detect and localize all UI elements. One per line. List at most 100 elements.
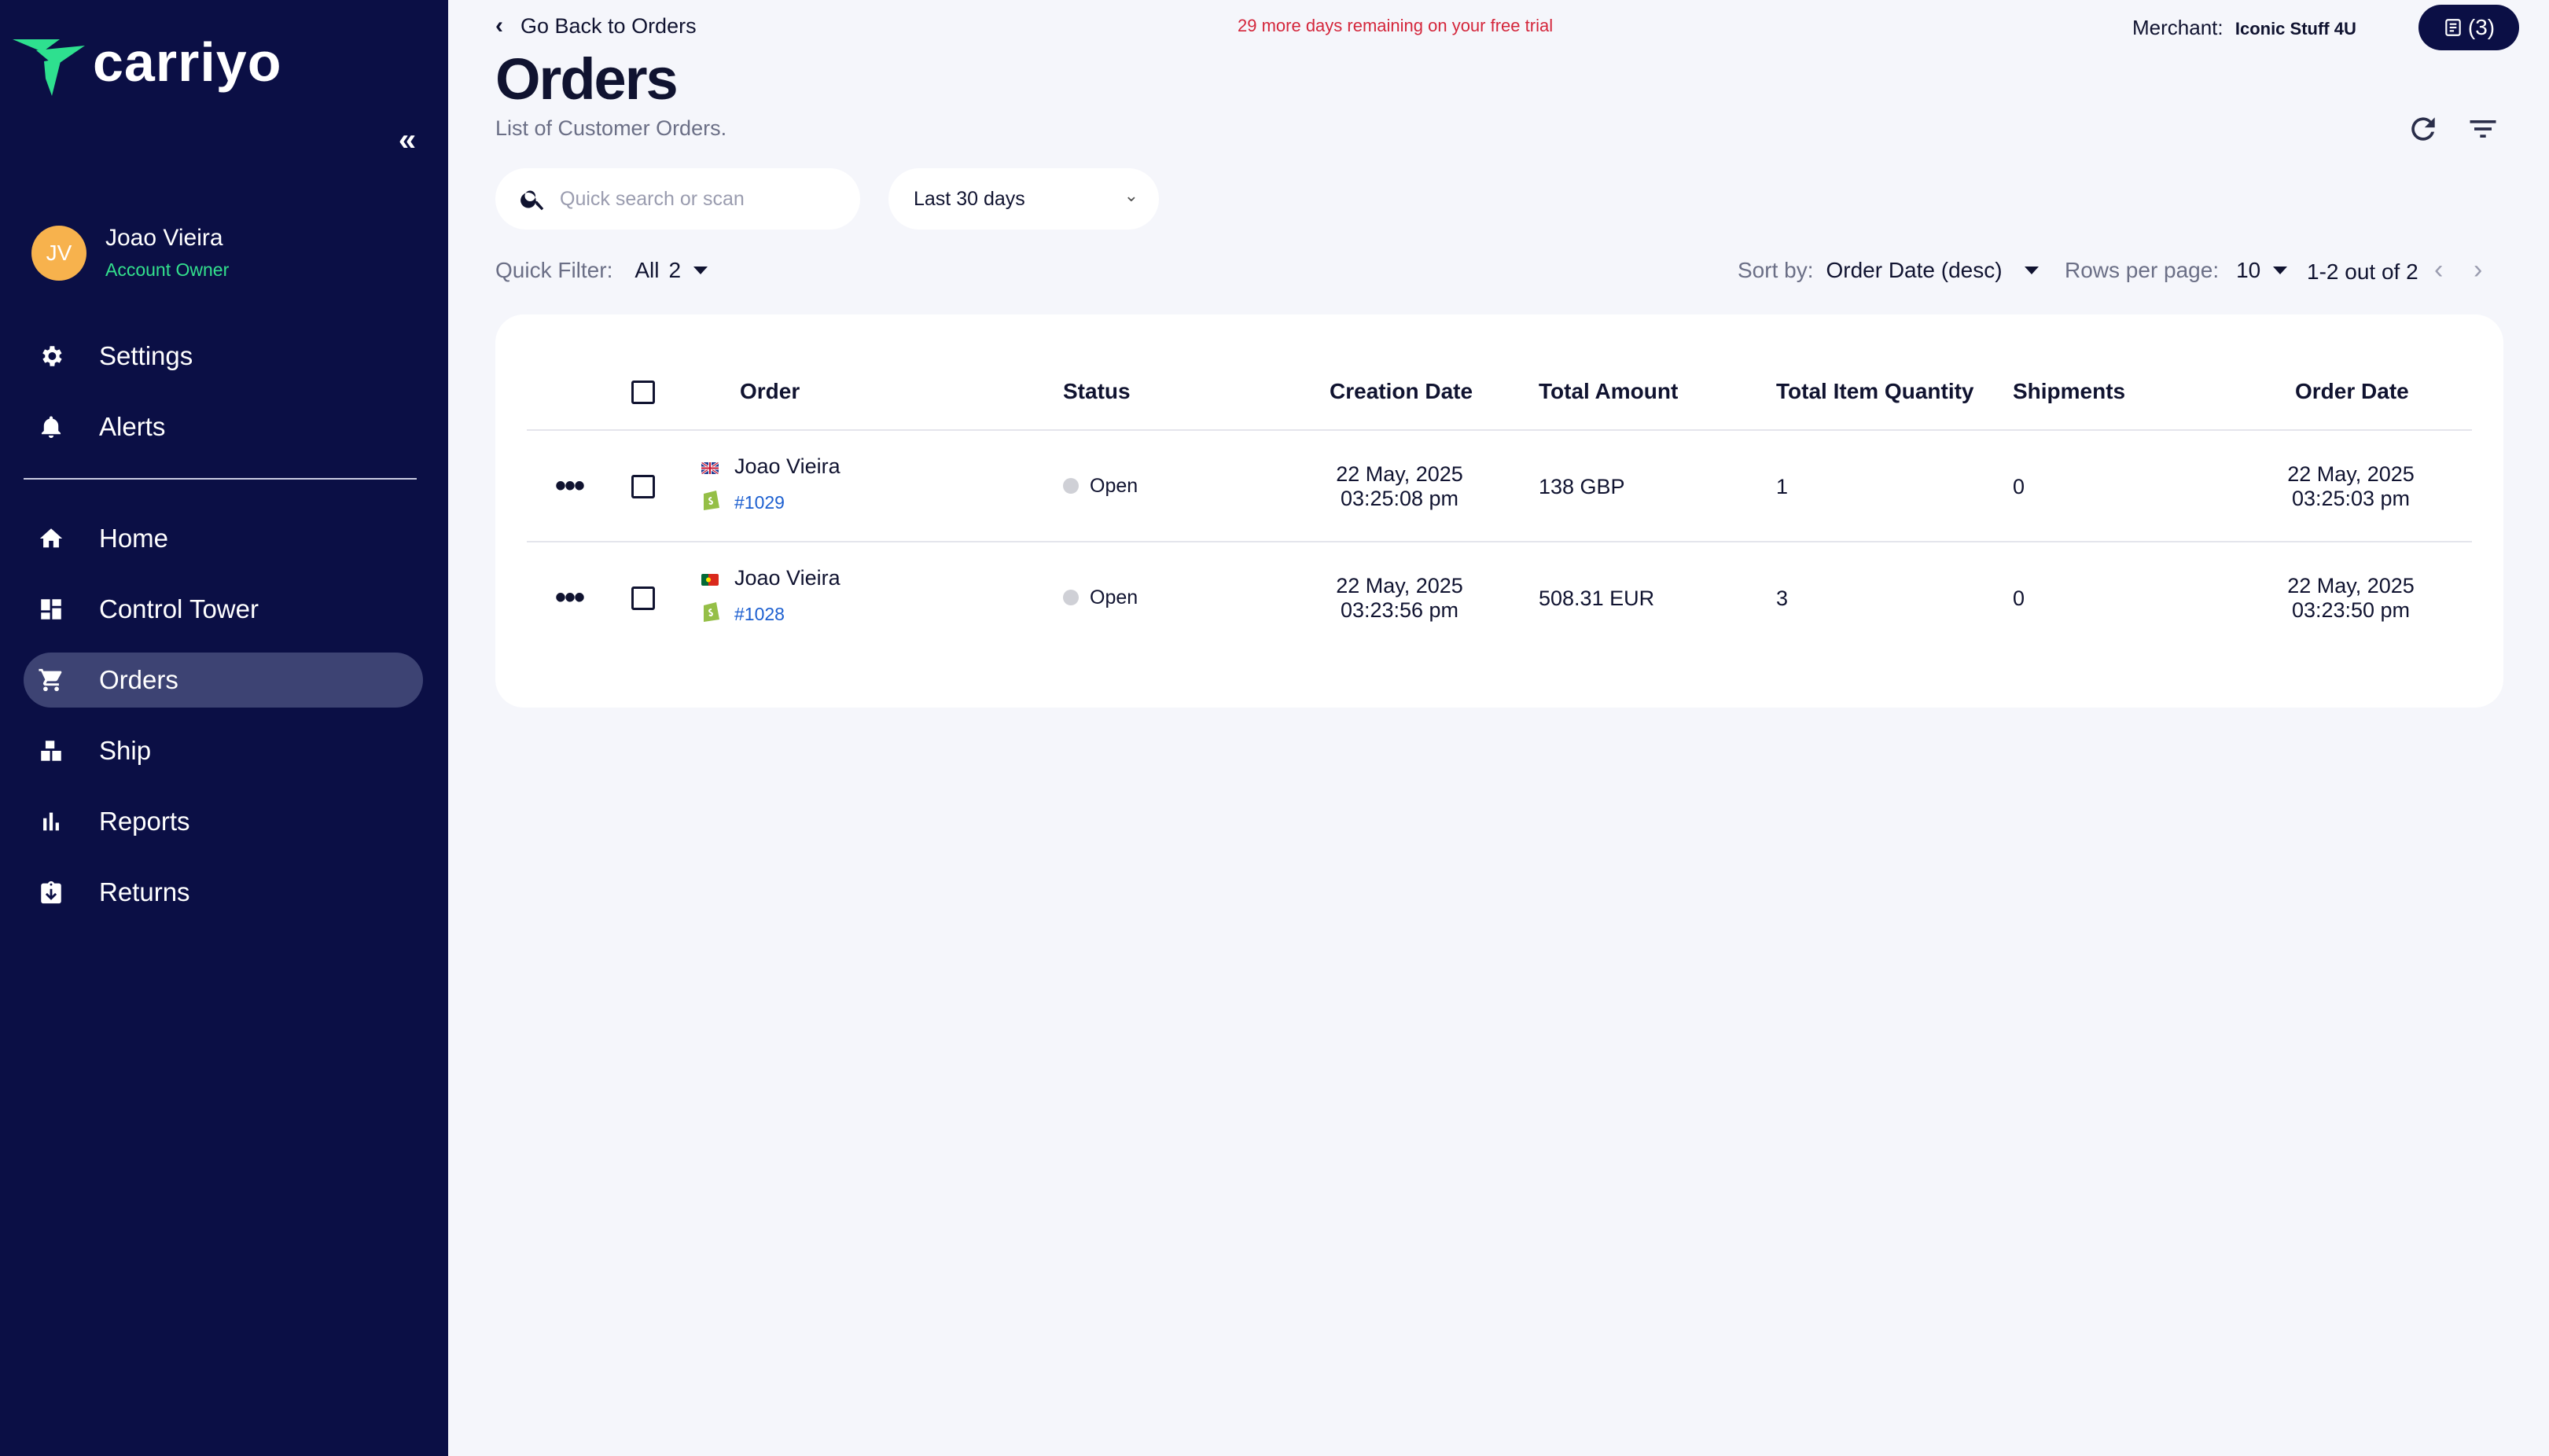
date-range-value: Last 30 days xyxy=(914,187,1025,210)
column-header-order[interactable]: Order xyxy=(740,379,800,404)
sidebar-item-label: Settings xyxy=(99,341,193,370)
row-checkbox[interactable] xyxy=(631,475,655,498)
sidebar-item-settings[interactable]: Settings xyxy=(24,329,423,384)
carriyo-logo[interactable]: carriyo xyxy=(13,31,281,96)
header-divider xyxy=(527,429,2472,431)
order-date-time: 03:25:03 pm xyxy=(2291,487,2411,510)
customer-name: Joao Vieira xyxy=(734,566,840,590)
rows-label: Rows per page: xyxy=(2065,258,2220,282)
collapse-sidebar-icon[interactable]: « xyxy=(390,123,425,157)
column-header-creation-date[interactable]: Creation Date xyxy=(1330,379,1473,404)
sidebar-item-orders[interactable]: Orders xyxy=(24,653,423,708)
bar-chart-icon xyxy=(38,808,64,835)
column-header-order-date[interactable]: Order Date xyxy=(2295,379,2409,404)
sidebar-item-label: Control Tower xyxy=(99,594,259,623)
creation-date-day: 22 May, 2025 xyxy=(1336,574,1463,597)
trial-notice: 29 more days remaining on your free tria… xyxy=(1238,16,1554,35)
shipments-count: 0 xyxy=(2013,586,2025,610)
filter-icon[interactable] xyxy=(2466,112,2500,146)
shopify-icon xyxy=(704,491,719,510)
prev-page-icon[interactable]: ‹ xyxy=(2434,255,2443,285)
sidebar-item-label: Home xyxy=(99,524,169,553)
print-queue-button[interactable]: (3) xyxy=(2418,5,2519,50)
more-actions-icon[interactable]: ••• xyxy=(555,470,585,502)
sort-value: Order Date (desc) xyxy=(1826,258,2003,282)
caret-down-icon xyxy=(2273,267,2288,274)
item-quantity: 1 xyxy=(1776,475,1789,498)
orders-table: Order Status Creation Date Total Amount … xyxy=(495,314,2503,708)
order-number-link[interactable]: #1029 xyxy=(734,492,785,513)
sidebar-item-label: Reports xyxy=(99,807,190,836)
column-header-shipments[interactable]: Shipments xyxy=(2013,379,2125,404)
date-range-select[interactable]: Last 30 days ⌄ xyxy=(888,168,1159,230)
rows-dropdown[interactable]: 10 xyxy=(2236,258,2288,283)
avatar: JV xyxy=(31,225,86,281)
customer-name: Joao Vieira xyxy=(734,454,840,478)
more-actions-icon[interactable]: ••• xyxy=(555,582,585,613)
row-checkbox[interactable] xyxy=(631,586,655,610)
sidebar-item-control-tower[interactable]: Control Tower xyxy=(24,582,423,637)
sidebar-item-label: Returns xyxy=(99,877,190,906)
column-header-total-amount[interactable]: Total Amount xyxy=(1539,379,1678,404)
pagination-range: 1-2 out of 2 xyxy=(2307,259,2418,284)
uk-flag-icon xyxy=(701,462,719,474)
quick-filter-value: All xyxy=(634,258,660,282)
caret-down-icon xyxy=(2024,267,2039,274)
sidebar-item-label: Orders xyxy=(99,665,178,694)
user-profile[interactable]: JV Joao Vieira Account Owner xyxy=(31,225,229,281)
document-list-icon xyxy=(2445,19,2461,36)
user-role: Account Owner xyxy=(105,259,230,280)
rows-per-page: Rows per page: 10 xyxy=(2065,258,2288,283)
sort-dropdown[interactable]: Order Date (desc) xyxy=(1826,258,2039,283)
creation-date: 22 May, 2025 03:25:08 pm xyxy=(1297,462,1502,511)
user-name: Joao Vieira xyxy=(105,225,223,251)
merchant-label: Merchant: xyxy=(2132,16,2223,39)
sidebar-item-label: Alerts xyxy=(99,412,166,441)
sidebar: carriyo « JV Joao Vieira Account Owner S… xyxy=(0,0,448,1456)
status-text: Open xyxy=(1090,475,1138,497)
search-input[interactable] xyxy=(560,187,843,211)
chevron-left-icon: ‹ xyxy=(495,13,503,39)
back-to-orders-link[interactable]: ‹ Go Back to Orders xyxy=(495,13,697,39)
status-dot xyxy=(1063,590,1079,605)
chevron-down-icon: ⌄ xyxy=(1124,186,1138,205)
home-icon xyxy=(38,525,64,552)
caret-down-icon xyxy=(693,267,708,274)
next-page-icon[interactable]: › xyxy=(2474,255,2482,285)
quick-filter: Quick Filter: All 2 xyxy=(495,258,708,283)
back-link-label: Go Back to Orders xyxy=(520,13,697,38)
refresh-icon[interactable] xyxy=(2406,112,2440,146)
shipments-count: 0 xyxy=(2013,475,2025,498)
column-header-item-quantity[interactable]: Total Item Quantity xyxy=(1776,379,1974,404)
portugal-flag-icon xyxy=(701,574,719,586)
sidebar-item-home[interactable]: Home xyxy=(24,511,423,566)
search-box[interactable] xyxy=(495,168,860,230)
sidebar-item-reports[interactable]: Reports xyxy=(24,794,423,849)
queue-count: (3) xyxy=(2467,15,2496,39)
order-date-day: 22 May, 2025 xyxy=(2287,462,2415,486)
sidebar-item-ship[interactable]: Ship xyxy=(24,723,423,778)
creation-date-day: 22 May, 2025 xyxy=(1336,462,1463,486)
sidebar-item-alerts[interactable]: Alerts xyxy=(24,399,423,454)
quick-filter-count: 2 xyxy=(668,258,682,282)
total-amount: 138 GBP xyxy=(1539,475,1625,498)
page-subtitle: List of Customer Orders. xyxy=(495,116,727,140)
select-all-checkbox[interactable] xyxy=(631,381,655,404)
logo-mark-icon xyxy=(13,39,85,96)
page-title: Orders xyxy=(495,46,679,112)
quick-filter-dropdown[interactable]: All 2 xyxy=(634,258,708,283)
quick-filter-label: Quick Filter: xyxy=(495,258,613,282)
item-quantity: 3 xyxy=(1776,586,1789,610)
dashboard-icon xyxy=(38,596,64,623)
rows-value: 10 xyxy=(2236,258,2261,282)
order-date: 22 May, 2025 03:25:03 pm xyxy=(2249,462,2453,511)
merchant-name: Iconic Stuff 4U xyxy=(2235,19,2356,39)
boxes-icon xyxy=(38,737,64,764)
order-number-link[interactable]: #1028 xyxy=(734,604,785,625)
sidebar-item-returns[interactable]: Returns xyxy=(24,865,423,920)
column-header-status[interactable]: Status xyxy=(1063,379,1131,404)
bell-icon xyxy=(38,414,64,440)
creation-date-time: 03:25:08 pm xyxy=(1340,487,1459,510)
creation-date: 22 May, 2025 03:23:56 pm xyxy=(1297,574,1502,623)
status-text: Open xyxy=(1090,586,1138,609)
